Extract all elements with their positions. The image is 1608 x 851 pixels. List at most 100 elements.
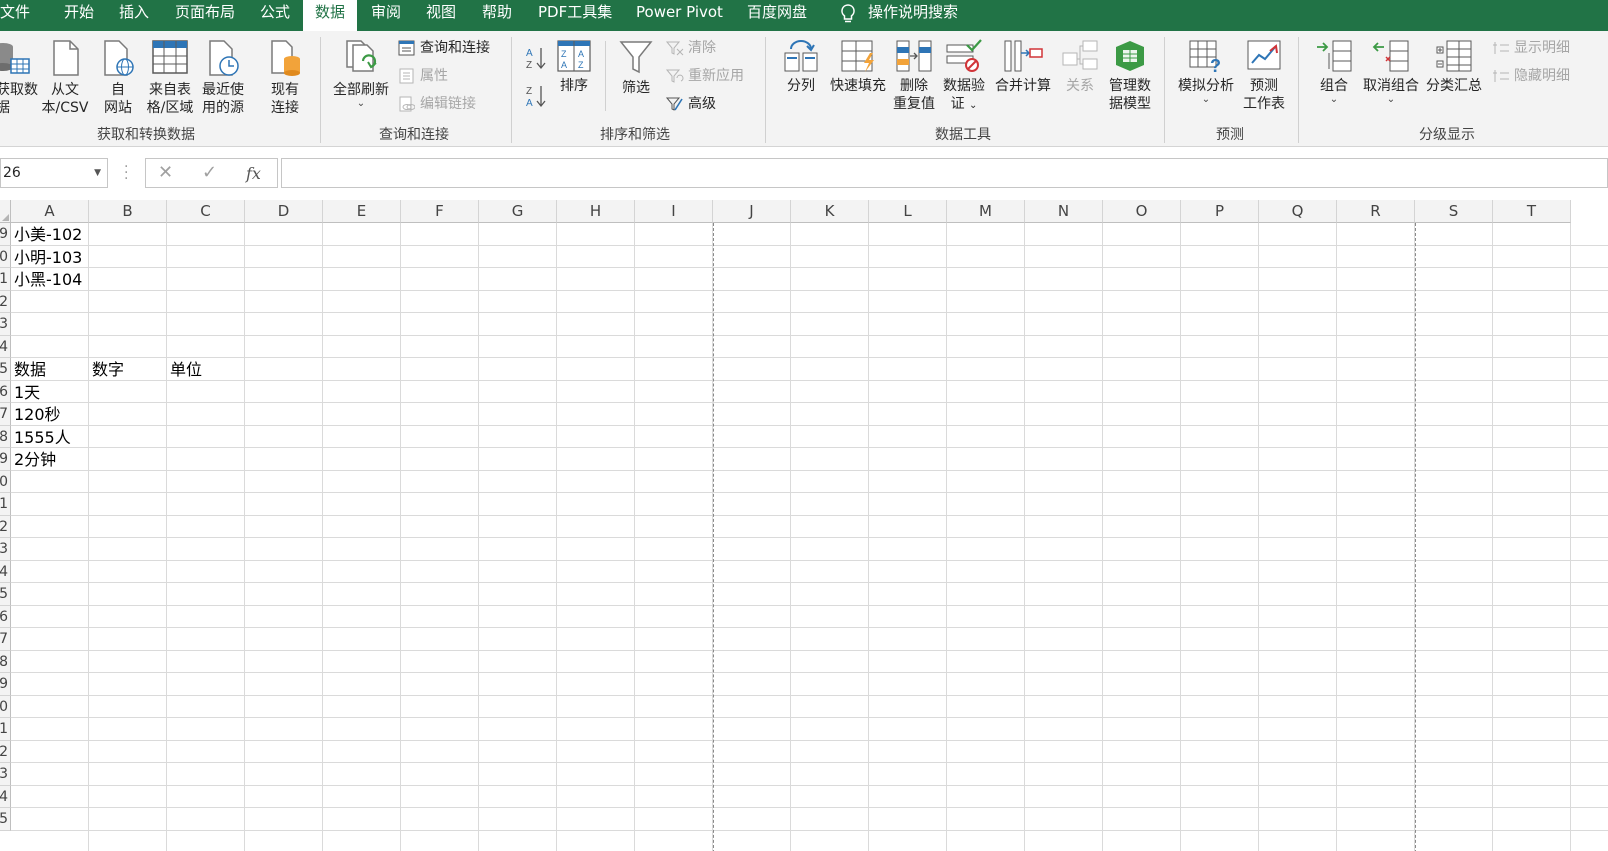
cell-a9[interactable]: 小美-102 [11,223,82,245]
tab-pdf-tools[interactable]: PDF工具集 [538,0,612,31]
cell-a15[interactable]: 数据 [11,358,46,380]
column-header-o[interactable]: O [1103,200,1181,223]
column-header-c[interactable]: C [167,200,245,223]
row-header-21[interactable]: 21 [0,493,11,516]
column-header-l[interactable]: L [869,200,947,223]
row-header-13[interactable]: 13 [0,313,11,336]
row-header-16[interactable]: 16 [0,380,11,403]
relationships-button[interactable]: 关系 [1060,39,1100,95]
row-header-12[interactable]: 12 [0,290,11,313]
clear-filter-button[interactable]: 清除 [666,37,716,59]
row-header-19[interactable]: 19 [0,448,11,471]
row-header-35[interactable]: 35 [0,808,11,831]
row-header-11[interactable]: 11 [0,268,11,291]
ungroup-button[interactable]: 取消组合 ⌄ [1360,39,1422,105]
get-data-button[interactable]: 获取数 据 [0,39,38,117]
refresh-all-button[interactable]: 全部刷新 ⌄ [330,39,392,109]
worksheet-grid[interactable]: ABCDEFGHIJKLMNOPQRST 9101112131415161718… [0,200,1608,851]
from-text-csv-button[interactable]: 从文 本/CSV [40,39,90,117]
column-header-q[interactable]: Q [1259,200,1337,223]
existing-connections-button[interactable]: 现有 连接 [264,39,306,117]
name-box-dropdown-icon[interactable]: ▼ [94,159,101,187]
row-header-22[interactable]: 22 [0,515,11,538]
properties-button[interactable]: 属性 [398,65,448,87]
reapply-button[interactable]: 重新应用 [666,65,744,87]
column-header-f[interactable]: F [401,200,479,223]
row-header-25[interactable]: 25 [0,583,11,606]
sort-descending-button[interactable]: Z A [524,83,548,114]
tab-help[interactable]: 帮助 [482,0,512,31]
from-web-button[interactable]: 自 网站 [100,39,136,117]
row-header-23[interactable]: 23 [0,538,11,561]
column-header-b[interactable]: B [89,200,167,223]
group-button[interactable]: 组合 ⌄ [1312,39,1356,105]
consolidate-button[interactable]: 合并计算 [992,39,1054,95]
what-if-analysis-button[interactable]: ? 模拟分析 ⌄ [1176,39,1236,105]
tab-data[interactable]: 数据 [303,0,358,31]
cell-a18[interactable]: 1555人 [11,426,71,448]
enter-icon[interactable]: ✓ [202,162,217,183]
hide-detail-button[interactable]: 隐藏明细 [1492,65,1570,87]
sort-button[interactable]: ZA AZ 排序 [555,39,593,95]
tab-baidu-netdisk[interactable]: 百度网盘 [747,0,807,31]
sort-ascending-button[interactable]: A Z [524,45,548,76]
queries-connections-button[interactable]: 查询和连接 [398,37,490,59]
column-header-k[interactable]: K [791,200,869,223]
subtotal-button[interactable]: 分类汇总 [1423,39,1485,95]
name-box[interactable]: 26 ▼ [0,158,108,188]
column-header-r[interactable]: R [1337,200,1415,223]
column-header-s[interactable]: S [1415,200,1493,223]
tab-review[interactable]: 审阅 [371,0,401,31]
tab-home[interactable]: 开始 [64,0,94,31]
cell-a16[interactable]: 1天 [11,381,40,403]
from-table-range-button[interactable]: 来自表 格/区域 [145,39,195,117]
filter-button[interactable]: 筛选 [616,39,656,97]
row-header-26[interactable]: 26 [0,605,11,628]
row-header-18[interactable]: 18 [0,425,11,448]
column-header-d[interactable]: D [245,200,323,223]
column-header-h[interactable]: H [557,200,635,223]
manage-data-model-button[interactable]: 管理数 据模型 [1105,39,1155,113]
row-header-9[interactable]: 9 [0,223,11,246]
cell-a17[interactable]: 120秒 [11,403,61,425]
advanced-filter-button[interactable]: 高级 [666,93,716,115]
row-header-27[interactable]: 27 [0,628,11,651]
tab-view[interactable]: 视图 [426,0,456,31]
row-header-34[interactable]: 34 [0,785,11,808]
tell-me-search[interactable]: 操作说明搜索 [868,0,958,31]
row-header-10[interactable]: 10 [0,245,11,268]
row-header-14[interactable]: 14 [0,335,11,358]
remove-duplicates-button[interactable]: 删除 重复值 [891,39,937,113]
row-header-33[interactable]: 33 [0,763,11,786]
forecast-sheet-button[interactable]: 预测 工作表 [1241,39,1287,113]
column-header-p[interactable]: P [1181,200,1259,223]
row-header-17[interactable]: 17 [0,403,11,426]
select-all-corner[interactable] [0,200,11,223]
formula-bar-grip-icon[interactable]: · · · [124,160,129,186]
tab-page-layout[interactable]: 页面布局 [175,0,235,31]
cell-a11[interactable]: 小黑-104 [11,268,82,290]
column-header-j[interactable]: J [713,200,791,223]
row-header-28[interactable]: 28 [0,650,11,673]
row-header-15[interactable]: 15 [0,358,11,381]
column-header-n[interactable]: N [1025,200,1103,223]
cell-c15[interactable]: 单位 [167,358,202,380]
row-header-31[interactable]: 31 [0,718,11,741]
show-detail-button[interactable]: 显示明细 [1492,37,1570,59]
column-header-t[interactable]: T [1493,200,1571,223]
data-validation-button[interactable]: 数据验 证 ⌄ [941,39,987,115]
recent-sources-button[interactable]: 最近使 用的源 [199,39,247,117]
row-header-32[interactable]: 32 [0,740,11,763]
cell-b15[interactable]: 数字 [89,358,124,380]
row-header-20[interactable]: 20 [0,470,11,493]
tab-insert[interactable]: 插入 [119,0,149,31]
edit-links-button[interactable]: 编辑链接 [398,93,476,115]
insert-function-icon[interactable]: fx [246,164,261,183]
flash-fill-button[interactable]: 快速填充 [828,39,888,95]
tab-formulas[interactable]: 公式 [260,0,290,31]
tab-file[interactable]: 文件 [0,0,30,31]
column-header-m[interactable]: M [947,200,1025,223]
row-header-30[interactable]: 30 [0,695,11,718]
row-header-24[interactable]: 24 [0,560,11,583]
row-header-29[interactable]: 29 [0,673,11,696]
